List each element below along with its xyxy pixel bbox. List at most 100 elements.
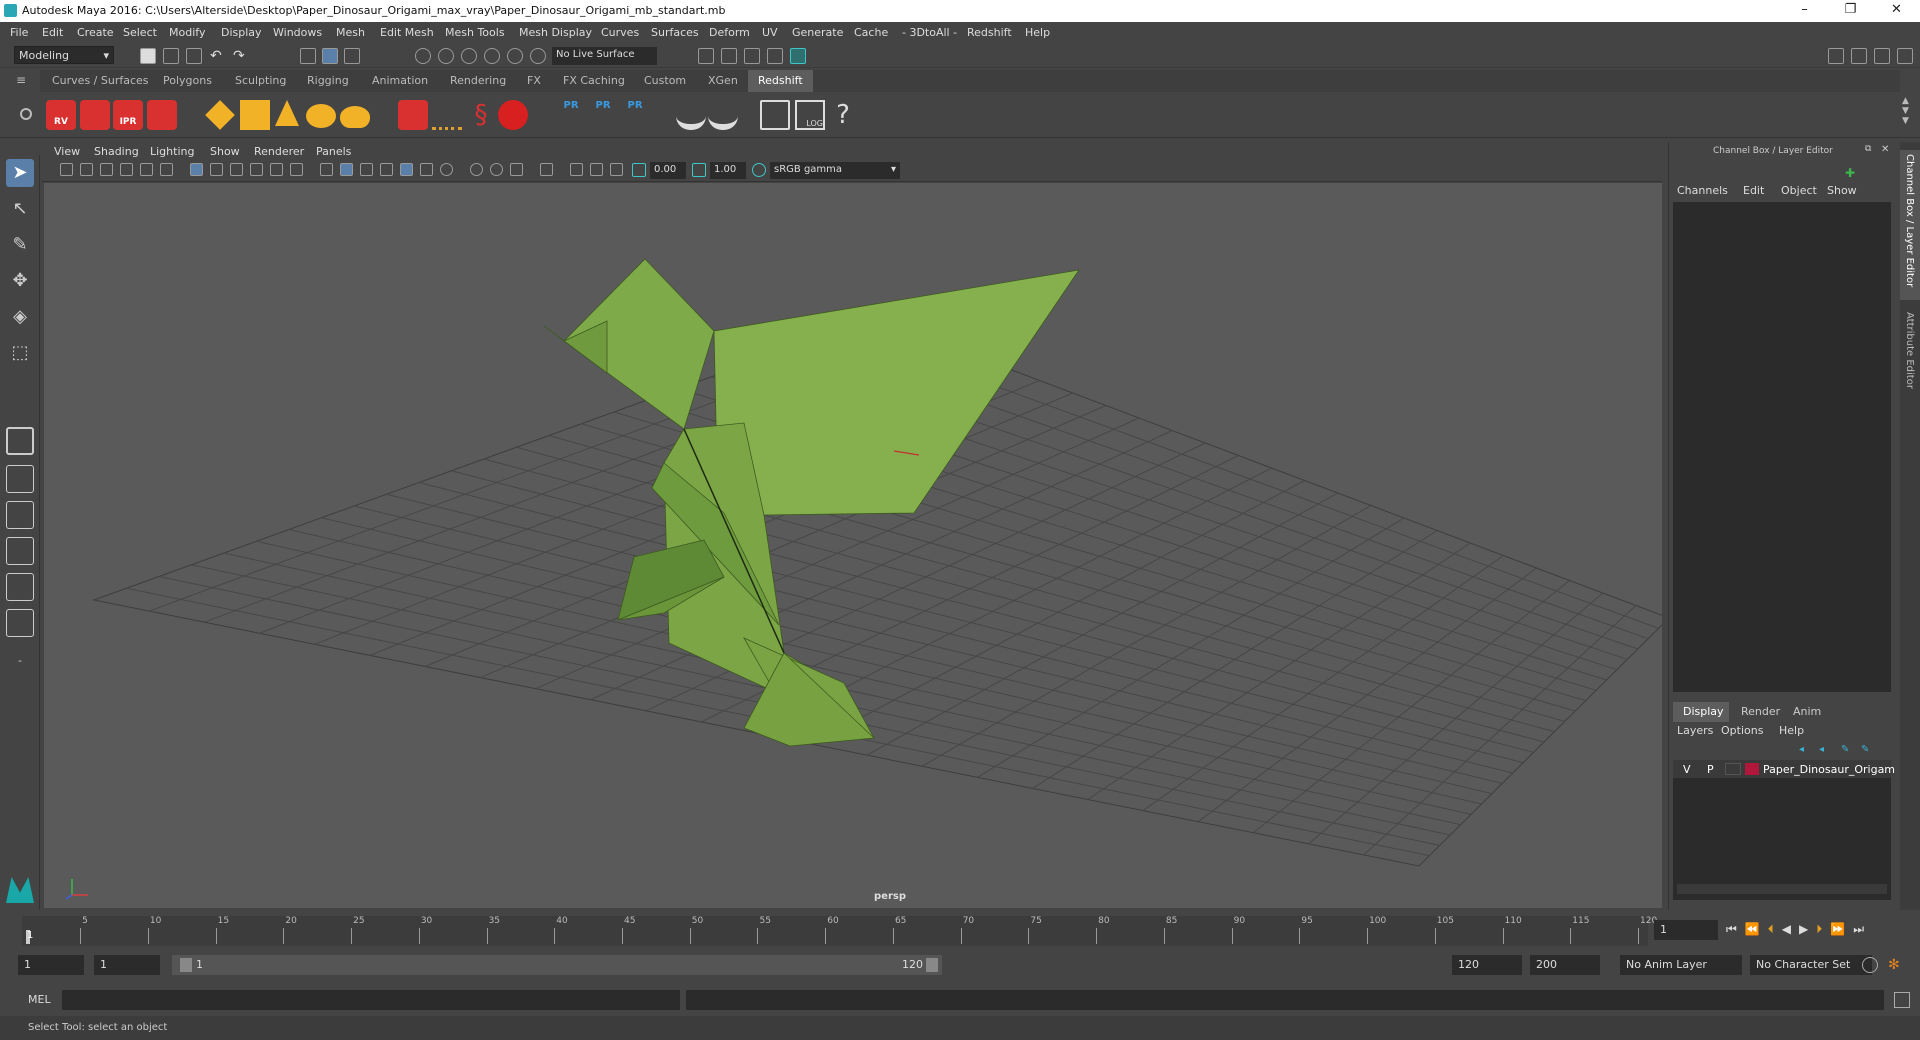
menu-select[interactable]: Select — [123, 26, 157, 39]
ipr-render-icon[interactable] — [721, 48, 737, 64]
shelf-menu-icon[interactable]: ≡ — [16, 72, 32, 88]
step-back-key-icon[interactable]: ⏪ — [1745, 922, 1768, 936]
rs-log-icon[interactable]: LOG — [795, 100, 825, 130]
layer-scrollbar[interactable] — [1677, 884, 1887, 894]
scale-tool-icon[interactable]: ⬚ — [6, 339, 34, 367]
menu-uv[interactable]: UV — [762, 26, 778, 39]
snap-view-icon[interactable] — [484, 48, 500, 64]
mode-selector[interactable]: Modeling ▾ — [14, 46, 114, 64]
vp-menu-view[interactable]: View — [54, 145, 80, 158]
move-layer-up-icon[interactable]: ◂ — [1799, 744, 1804, 755]
move-layer-down-icon[interactable]: ◂ — [1819, 744, 1824, 755]
select-hierarchy-icon[interactable] — [300, 48, 316, 64]
go-to-end-icon[interactable]: ⏭ — [1853, 922, 1872, 936]
redshift-render-icon[interactable] — [80, 100, 110, 130]
rs-spot-light-icon[interactable] — [275, 100, 299, 126]
play-backwards-icon[interactable]: ◀ — [1782, 922, 1799, 936]
rs-area-light-icon[interactable] — [205, 100, 235, 130]
tab-polygons[interactable]: Polygons — [163, 74, 212, 87]
menu-help[interactable]: Help — [1025, 26, 1050, 39]
2d-pan-zoom-icon[interactable] — [140, 163, 153, 176]
tab-rendering[interactable]: Rendering — [450, 74, 506, 87]
wireframe-icon[interactable] — [320, 163, 333, 176]
rs-dome-light-icon[interactable] — [306, 104, 336, 128]
tab-custom[interactable]: Custom — [644, 74, 686, 87]
menu-mesh[interactable]: Mesh — [336, 26, 365, 39]
tool-settings-icon[interactable] — [1897, 48, 1913, 64]
menu-edit-mesh[interactable]: Edit Mesh — [380, 26, 434, 39]
menu-display[interactable]: Display — [221, 26, 262, 39]
isolate-select-icon[interactable] — [540, 163, 553, 176]
custom-layout-icon[interactable] — [6, 609, 34, 637]
grid-toggle-icon[interactable] — [190, 163, 203, 176]
motion-blur-icon[interactable] — [490, 163, 503, 176]
gamma-field[interactable]: 1.00 — [710, 162, 746, 179]
layout-icon[interactable] — [1828, 48, 1844, 64]
menu-surfaces[interactable]: Surfaces — [651, 26, 699, 39]
rs-sun-sky-icon[interactable] — [340, 106, 370, 128]
multisample-aa-icon[interactable] — [510, 163, 523, 176]
persp-outliner-layout-icon[interactable] — [6, 501, 34, 529]
persp-hypershade-layout-icon[interactable] — [6, 573, 34, 601]
vp-menu-show[interactable]: Show — [210, 145, 240, 158]
cmd-language-label[interactable]: MEL — [28, 993, 51, 1006]
colorspace-dropdown[interactable]: sRGB gamma ▾ — [770, 162, 900, 179]
rs-bake-set-icon[interactable] — [708, 100, 738, 130]
cb-menu-edit[interactable]: Edit — [1743, 184, 1764, 197]
rs-volume-icon[interactable] — [432, 100, 462, 130]
tab-xgen[interactable]: XGen — [708, 74, 738, 87]
render-view-icon[interactable] — [790, 48, 806, 64]
auto-key-icon[interactable] — [1862, 957, 1878, 973]
rs-pr-sequence-icon[interactable]: PR — [620, 100, 650, 130]
float-panel-icon[interactable]: ⧉ — [1865, 144, 1871, 154]
menu-windows[interactable]: Windows — [273, 26, 322, 39]
rs-hair-icon[interactable]: § — [466, 100, 496, 130]
layer-name[interactable]: Paper_Dinosaur_Origam — [1763, 763, 1895, 776]
snap-point-icon[interactable] — [461, 48, 477, 64]
redshift-ipr-icon[interactable]: IPR — [113, 100, 143, 130]
tab-fx-caching[interactable]: FX Caching — [563, 74, 625, 87]
select-component-icon[interactable] — [344, 48, 360, 64]
range-end-handle[interactable] — [926, 958, 938, 972]
shelf-settings-icon[interactable] — [20, 108, 32, 120]
redo-icon[interactable]: ↷ — [233, 48, 249, 64]
cb-menu-channels[interactable]: Channels — [1677, 184, 1728, 197]
xray-joints-icon[interactable] — [590, 163, 603, 176]
four-view-layout-icon[interactable] — [6, 465, 34, 493]
vp-menu-shading[interactable]: Shading — [94, 145, 139, 158]
field-chart-icon[interactable] — [270, 163, 283, 176]
tab-curves-surfaces[interactable]: Curves / Surfaces — [52, 74, 149, 87]
redshift-settings-icon[interactable] — [147, 100, 177, 130]
layer-menu-help[interactable]: Help — [1779, 724, 1804, 737]
anim-layer-dropdown[interactable]: No Anim Layer — [1620, 955, 1742, 975]
vp-menu-lighting[interactable]: Lighting — [150, 145, 194, 158]
vp-menu-renderer[interactable]: Renderer — [254, 145, 304, 158]
rotate-tool-icon[interactable]: ◈ — [6, 303, 34, 331]
open-scene-icon[interactable] — [163, 48, 179, 64]
use-all-lights-icon[interactable] — [420, 163, 433, 176]
persp-graph-layout-icon[interactable] — [6, 537, 34, 565]
minimize-button[interactable]: – — [1782, 0, 1827, 22]
safe-action-icon[interactable] — [290, 163, 303, 176]
bookmark-icon[interactable] — [100, 163, 113, 176]
step-forward-key-icon[interactable]: ⏩ — [1830, 922, 1853, 936]
lasso-tool-icon[interactable]: ↖ — [6, 195, 34, 223]
layer-menu-layers[interactable]: Layers — [1677, 724, 1713, 737]
time-slider[interactable]: 1 5 10 15 20 25 30 35 40 45 50 55 60 65 70 75 80 85 90 95 1… — [0, 914, 1920, 946]
start-time-field[interactable]: 1 — [18, 955, 84, 975]
menu-modify[interactable]: Modify — [169, 26, 205, 39]
move-tool-icon[interactable]: ✥ — [6, 267, 34, 295]
wireframe-on-shaded-icon[interactable] — [380, 163, 393, 176]
channel-box-icon[interactable]: ✚ — [1845, 166, 1859, 180]
script-editor-icon[interactable] — [1894, 992, 1910, 1008]
rs-portal-light-icon[interactable] — [240, 100, 270, 130]
exposure-icon[interactable] — [632, 163, 646, 177]
anim-start-field[interactable]: 1 — [94, 955, 160, 975]
anim-end-field[interactable]: 120 — [1452, 955, 1522, 975]
close-button[interactable]: ✕ — [1874, 0, 1919, 22]
tab-rigging[interactable]: Rigging — [307, 74, 349, 87]
rs-proxy-icon[interactable] — [398, 100, 428, 130]
outliner-icon[interactable] — [1851, 48, 1867, 64]
shadows-icon[interactable] — [440, 163, 453, 176]
tab-layer-render[interactable]: Render — [1741, 705, 1780, 718]
